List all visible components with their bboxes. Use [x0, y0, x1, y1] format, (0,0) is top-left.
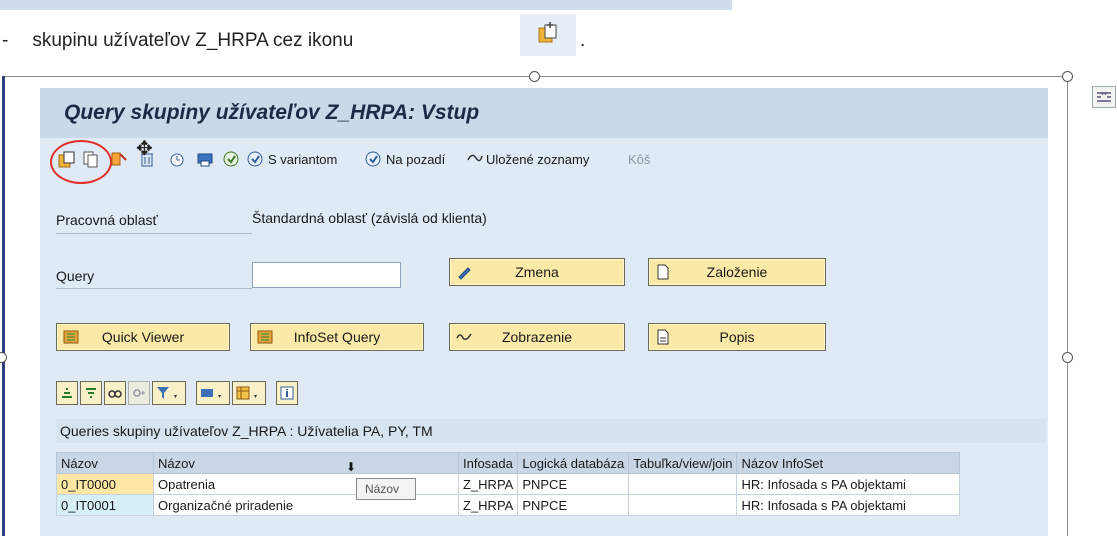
quick-viewer-label: Quick Viewer: [101, 329, 185, 345]
column-sort-arrow-icon: ⬇: [346, 460, 357, 474]
resize-handle-top-right[interactable]: [1062, 71, 1073, 82]
saved-lists-icon[interactable]: [466, 150, 484, 168]
logical-db-cell[interactable]: PNPCE: [517, 494, 630, 516]
create-button-label: Založenie: [706, 264, 768, 280]
column-header-infoset-name[interactable]: Názov InfoSet: [736, 452, 961, 474]
infoset-cell[interactable]: Z_HRPA: [457, 473, 519, 495]
execute-with-variant-icon[interactable]: [246, 150, 264, 168]
layout-icon[interactable]: [232, 381, 266, 405]
info-icon[interactable]: [276, 381, 298, 405]
work-area-underline: [56, 233, 252, 234]
query-key-cell[interactable]: 0_IT0001: [56, 494, 154, 516]
query-input[interactable]: [252, 262, 401, 288]
column-tooltip: Názov: [356, 478, 416, 500]
column-header-infoset[interactable]: Infosada: [457, 452, 519, 474]
execute-with-variant-button[interactable]: S variantom: [268, 152, 337, 167]
document-instruction-line: - skupinu užívateľov Z_HRPA cez ikonu: [0, 30, 353, 52]
display-button[interactable]: Zobrazenie: [449, 323, 625, 351]
description-button[interactable]: Popis: [648, 323, 826, 351]
document-image-edge: [0, 0, 732, 10]
create-button[interactable]: Založenie: [648, 258, 826, 286]
window-title: Query skupiny užívateľov Z_HRPA: Vstup: [64, 101, 480, 124]
infoset-cell[interactable]: Z_HRPA: [457, 494, 519, 516]
find-icon[interactable]: [104, 381, 126, 405]
infoset-query-button[interactable]: InfoSet Query: [250, 323, 424, 351]
table-view-cell[interactable]: [628, 494, 738, 516]
column-header-name[interactable]: Názov: [56, 452, 154, 474]
change-button-label: Zmena: [515, 264, 559, 280]
title-bar: Query skupiny užívateľov Z_HRPA: Vstup: [40, 88, 1048, 138]
timer-icon[interactable]: [168, 150, 186, 168]
column-header-logical-db[interactable]: Logická databáza: [517, 452, 630, 474]
sort-ascending-icon[interactable]: [56, 381, 78, 405]
execute-icon[interactable]: [222, 150, 240, 168]
tooltip-text: Názov: [365, 482, 400, 496]
column-header-title[interactable]: Názov: [153, 452, 459, 474]
trash-button[interactable]: Kôš: [628, 152, 650, 167]
infoset-name-cell[interactable]: HR: Infosada s PA objektami: [736, 494, 961, 516]
change-button[interactable]: Zmena: [449, 258, 625, 286]
table-row[interactable]: 0_IT0000 Opatrenia Z_HRPA PNPCE HR: Info…: [56, 473, 961, 495]
print-icon[interactable]: [196, 150, 214, 168]
layout-options-icon[interactable]: [1092, 86, 1116, 108]
column-header-table-view[interactable]: Tabuľka/view/join: [628, 452, 738, 474]
export-icon[interactable]: [196, 381, 230, 405]
create-document-icon: [538, 22, 557, 43]
selection-left-border: [2, 76, 5, 536]
copy-icon[interactable]: [82, 150, 100, 168]
sap-window: Query skupiny užívateľov Z_HRPA: Vstup S…: [40, 88, 1048, 536]
instruction-text: skupinu užívateľov Z_HRPA cez ikonu: [32, 30, 354, 51]
grid-title: Queries skupiny užívateľov Z_HRPA : Užív…: [60, 423, 433, 439]
table-view-cell[interactable]: [628, 473, 738, 495]
work-area-value: Štandardná oblasť (závislá od klienta): [252, 210, 487, 226]
bullet-dash: -: [2, 30, 9, 51]
filter-icon[interactable]: [152, 381, 186, 405]
query-underline: [56, 288, 252, 289]
description-button-label: Popis: [719, 329, 755, 345]
document-period: .: [580, 30, 586, 51]
background-run-button[interactable]: Na pozadí: [386, 152, 445, 167]
infoset-name-cell[interactable]: HR: Infosada s PA objektami: [736, 473, 961, 495]
resize-handle-right[interactable]: [1062, 352, 1073, 363]
rename-icon[interactable]: [110, 150, 128, 168]
background-run-icon[interactable]: [364, 150, 382, 168]
sort-descending-icon[interactable]: [80, 381, 102, 405]
query-key-cell[interactable]: 0_IT0000: [56, 473, 154, 495]
logical-db-cell[interactable]: PNPCE: [517, 473, 630, 495]
resize-handle-top[interactable]: [529, 71, 540, 82]
work-area-label: Pracovná oblasť: [56, 212, 158, 228]
infoset-query-label: InfoSet Query: [293, 329, 381, 345]
application-toolbar: S variantom Na pozadí Uložené zoznamy Kô…: [50, 140, 1036, 184]
table-row[interactable]: 0_IT0001 Organizačné priradenie Z_HRPA P…: [56, 494, 961, 516]
move-cursor-icon: ✥: [136, 138, 153, 160]
display-button-label: Zobrazenie: [501, 329, 573, 345]
selection-right-border: [1067, 76, 1068, 536]
query-label: Query: [56, 268, 95, 284]
find-next-icon[interactable]: [128, 381, 150, 405]
quick-viewer-button[interactable]: Quick Viewer: [56, 323, 230, 351]
queries-table: Názov Názov Infosada Logická databáza Ta…: [56, 452, 961, 516]
create-query-icon-sample: [520, 14, 576, 56]
grid-title-bar: Queries skupiny užívateľov Z_HRPA : Užív…: [56, 419, 1046, 443]
table-header-row: Názov Názov Infosada Logická databáza Ta…: [56, 452, 961, 474]
saved-lists-button[interactable]: Uložené zoznamy: [486, 152, 589, 167]
create-icon[interactable]: [58, 150, 76, 168]
